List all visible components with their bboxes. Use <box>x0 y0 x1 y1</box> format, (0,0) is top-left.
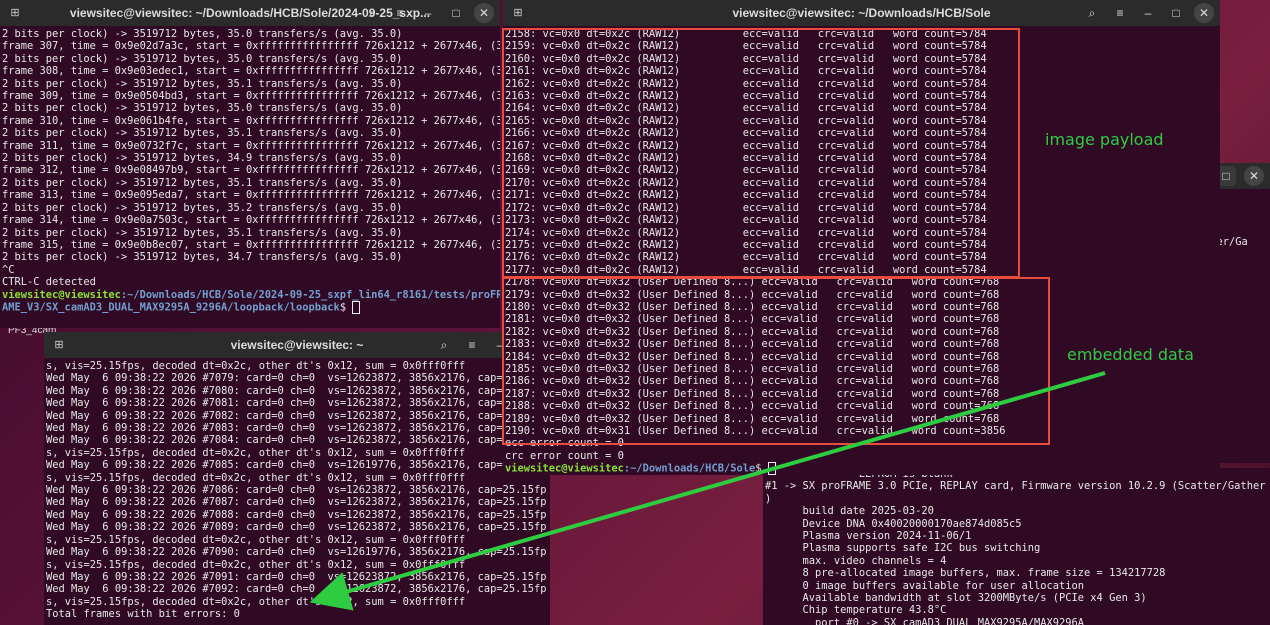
annotation-arrow <box>309 371 1106 611</box>
